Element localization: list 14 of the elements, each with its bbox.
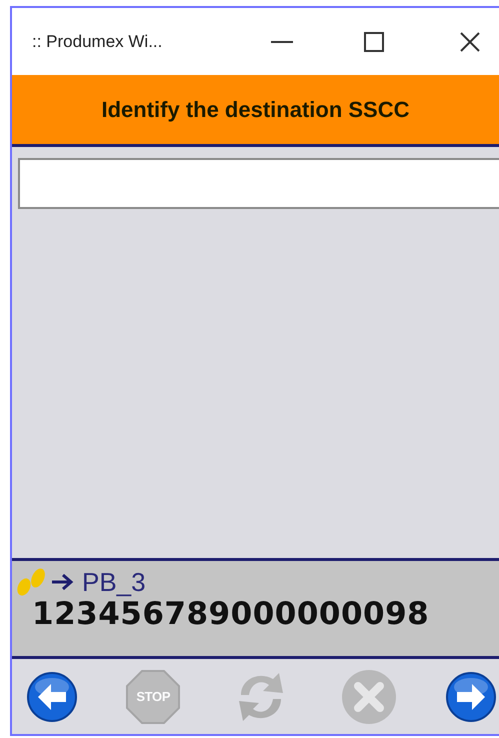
right-arrow-icon bbox=[50, 573, 74, 591]
sscc-number: 123456789000000098 bbox=[31, 599, 430, 630]
maximize-icon bbox=[364, 32, 384, 52]
octagon-icon bbox=[125, 668, 182, 724]
header-title: Identify the destination SSCC bbox=[101, 96, 410, 124]
input-field[interactable] bbox=[18, 158, 499, 209]
location-label: PB_3 bbox=[82, 569, 146, 595]
next-button[interactable] bbox=[445, 670, 497, 722]
stop-label: STOP bbox=[136, 688, 170, 706]
close-icon bbox=[460, 32, 480, 52]
close-icon bbox=[340, 668, 398, 726]
back-button[interactable] bbox=[26, 670, 78, 722]
minimize-icon bbox=[271, 40, 293, 42]
window-title: :: Produmex Wi... bbox=[32, 30, 164, 53]
